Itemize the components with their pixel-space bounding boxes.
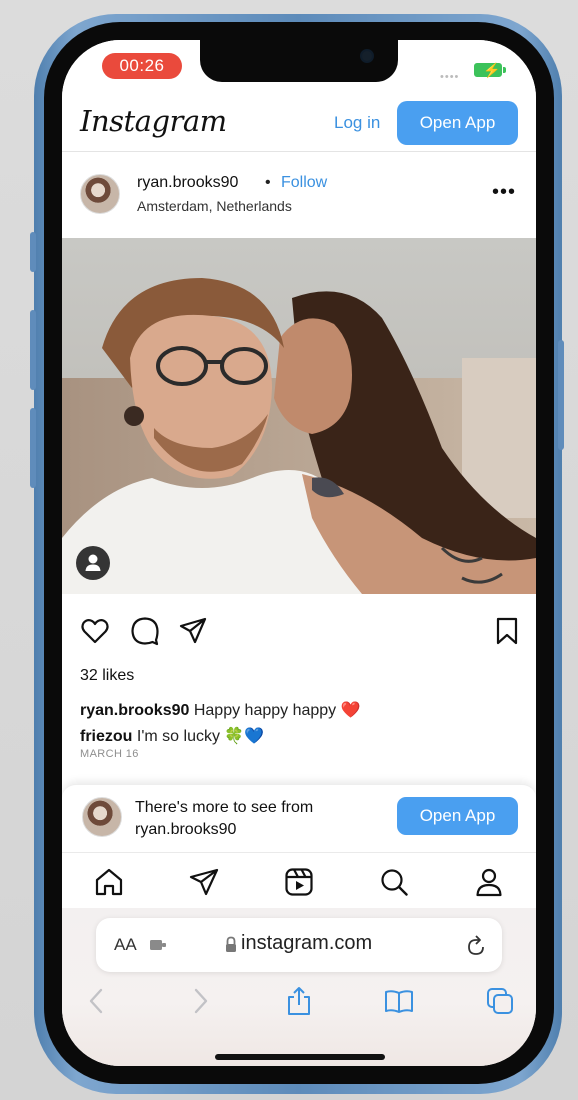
- banner-line-2: ryan.brooks90: [135, 821, 237, 838]
- caption-line: ryan.brooks90 Happy happy happy ❤️: [80, 700, 361, 720]
- volume-up-button: [30, 310, 36, 390]
- battery-cap: [503, 67, 506, 73]
- volume-down-button: [30, 408, 36, 488]
- phone-screen: 00:26 •••• ⚡ Instagram Log in Open App r…: [62, 40, 536, 1066]
- notch: [200, 40, 398, 82]
- banner-avatar: [82, 797, 122, 837]
- share-icon[interactable]: [284, 986, 314, 1016]
- url-text[interactable]: instagram.com: [241, 932, 372, 955]
- bottom-nav: [62, 852, 536, 908]
- battery-icon: ⚡: [474, 62, 502, 78]
- instagram-logo[interactable]: Instagram: [80, 104, 227, 138]
- power-button: [558, 340, 564, 450]
- caption-username[interactable]: ryan.brooks90: [80, 702, 189, 719]
- profile-icon[interactable]: [473, 866, 505, 898]
- search-icon[interactable]: [378, 866, 410, 898]
- follow-button[interactable]: Follow: [281, 174, 327, 192]
- comment-icon[interactable]: [130, 616, 160, 646]
- address-bar[interactable]: AA instagram.com: [96, 918, 502, 972]
- banner-text: There's more to see from ryan.brooks90: [135, 797, 313, 841]
- home-icon[interactable]: [93, 866, 125, 898]
- like-heart-icon[interactable]: [80, 616, 110, 646]
- post-header: ryan.brooks90 • Follow Amsterdam, Nether…: [62, 152, 536, 238]
- bookmark-icon[interactable]: [492, 616, 522, 646]
- post-actions: [62, 594, 536, 666]
- reload-icon[interactable]: [464, 932, 488, 958]
- instagram-header: Instagram Log in Open App: [62, 96, 536, 152]
- more-content-banner: There's more to see from ryan.brooks90 O…: [62, 784, 536, 852]
- front-camera: [360, 49, 374, 63]
- comment-text: I'm so lucky 🍀💙: [136, 728, 265, 745]
- post-photo-image: [62, 238, 536, 594]
- direct-send-icon[interactable]: [188, 866, 220, 898]
- caption-text: Happy happy happy ❤️: [193, 702, 361, 719]
- charging-bolt-icon: ⚡: [483, 62, 501, 78]
- post-date: MARCH 16: [80, 748, 139, 760]
- post-photo[interactable]: [62, 238, 536, 594]
- lock-icon: [226, 936, 236, 952]
- back-chevron-icon[interactable]: [82, 986, 112, 1016]
- bookmarks-book-icon[interactable]: [384, 986, 414, 1016]
- tagged-people-button[interactable]: [76, 546, 110, 580]
- post-username[interactable]: ryan.brooks90: [137, 174, 238, 192]
- banner-open-app-button[interactable]: Open App: [397, 797, 518, 835]
- signal-icon: ••••: [440, 71, 460, 83]
- forward-chevron-icon[interactable]: [185, 986, 215, 1016]
- likes-count[interactable]: 32 likes: [80, 667, 134, 685]
- extension-puzzle-icon[interactable]: [148, 935, 168, 955]
- share-send-icon[interactable]: [178, 616, 208, 646]
- login-link[interactable]: Log in: [334, 113, 380, 133]
- screen-recording-indicator[interactable]: 00:26: [102, 53, 182, 79]
- safari-toolbar: AA instagram.com: [62, 908, 536, 1066]
- person-icon: [85, 554, 101, 571]
- stage: 00:26 •••• ⚡ Instagram Log in Open App r…: [0, 0, 578, 1100]
- comment-line: friezou I'm so lucky 🍀💙: [80, 726, 264, 746]
- reels-icon[interactable]: [283, 866, 315, 898]
- post-location[interactable]: Amsterdam, Netherlands: [137, 198, 292, 214]
- reader-settings-button[interactable]: AA: [114, 935, 137, 955]
- home-indicator[interactable]: [215, 1054, 385, 1060]
- post-author-avatar[interactable]: [80, 174, 120, 214]
- status-bar: 00:26 •••• ⚡: [62, 40, 536, 96]
- open-app-button[interactable]: Open App: [397, 101, 518, 145]
- banner-line-1: There's more to see from: [135, 799, 314, 816]
- tabs-icon[interactable]: [485, 986, 515, 1016]
- more-options-icon[interactable]: •••: [492, 182, 516, 202]
- mute-switch: [30, 232, 36, 272]
- separator-dot: •: [265, 174, 271, 191]
- comment-username[interactable]: friezou: [80, 728, 132, 745]
